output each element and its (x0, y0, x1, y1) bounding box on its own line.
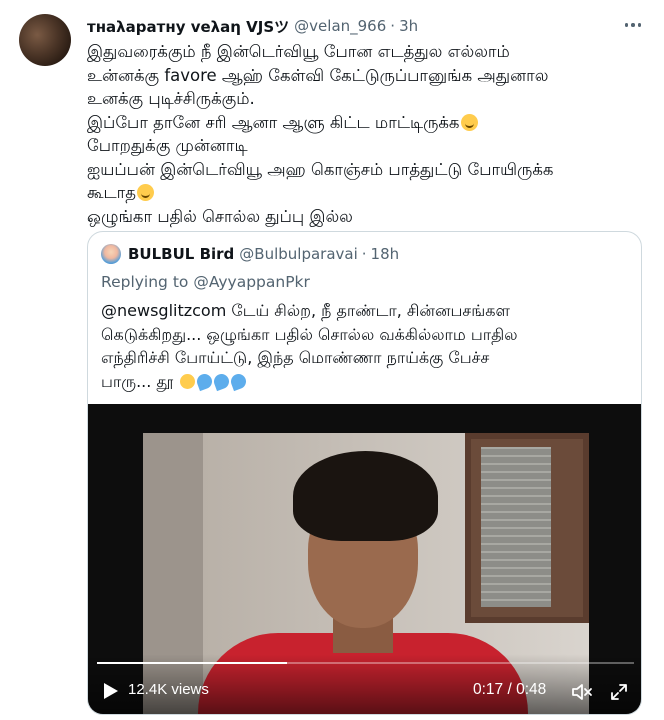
video-time: 0:17 / 0:48 (473, 681, 547, 698)
tweet-line: உனக்கு புடிச்சிருக்கும். (87, 89, 255, 108)
quoted-avatar (101, 244, 121, 264)
quoted-timestamp: 18h (370, 245, 400, 263)
tweet-line-with-emoji: இப்போ தானே சரி ஆனா ஆளு கிட்ட மாட்டிருக்க (87, 111, 647, 135)
view-count: 12.4K views (128, 681, 209, 698)
tweet[interactable]: тнaλaратну vеλaη VJSツ @velan_966 · 3h இத… (0, 0, 664, 720)
tweet-line: இதுவரைக்கும் நீ இன்டெர்வியூ போன எடத்துல … (87, 42, 510, 61)
sweat-droplets-icon (212, 371, 232, 391)
sweat-droplets-icon (195, 371, 215, 391)
quoted-line: கெடுக்கிறது... ஒழுங்கா பதில் சொல்ல வக்கி… (101, 324, 518, 344)
video-window-glass (481, 447, 551, 607)
video-player[interactable]: 12.4K views 0:17 / 0:48 (88, 404, 641, 714)
quoted-tweet[interactable]: BULBUL Bird @Bulbulparavai · 18h Replyin… (87, 231, 642, 715)
avatar[interactable] (19, 14, 71, 66)
display-name[interactable]: тнaλaратну vеλaη VJSツ (87, 16, 289, 37)
replying-to-mention[interactable]: @AyyappanPkr (193, 273, 310, 291)
quoted-display-name: BULBUL Bird (128, 245, 235, 263)
quoted-line: @newsglitzcom டேய் சில்ற, நீ தாண்டா, சின… (101, 301, 510, 320)
replying-to: Replying to @AyyappanPkr (101, 273, 310, 291)
laughing-emoji-icon (460, 113, 478, 131)
fullscreen-icon[interactable] (610, 683, 628, 701)
tweet-line: ஒழுங்கா பதில் சொல்ல துப்பு இல்ல (87, 206, 353, 226)
quoted-text: @newsglitzcom டேய் சில்ற, நீ தாண்டா, சின… (101, 299, 631, 393)
quoted-handle: @Bulbulparavai (239, 245, 358, 263)
tweet-header: тнaλaратну vеλaη VJSツ @velan_966 · 3h (87, 15, 587, 37)
video-progress-fill (97, 662, 288, 664)
quoted-header: BULBUL Bird @Bulbulparavai · 18h (128, 243, 608, 265)
tweet-line: போறதுக்கு முன்னாடி (87, 136, 248, 155)
video-progress-bar[interactable] (97, 662, 634, 664)
separator-dot: · (361, 245, 367, 263)
grinning-emoji-icon (137, 184, 155, 201)
volume-icon[interactable] (571, 683, 593, 701)
tweet-text: இதுவரைக்கும் நீ இன்டெர்வியூ போன எடத்துல … (87, 40, 647, 228)
kissing-emoji-icon (180, 373, 196, 389)
user-handle[interactable]: @velan_966 (294, 17, 386, 35)
quoted-line-with-emoji: பாரு... தூ (101, 370, 631, 394)
separator-dot: · (390, 17, 396, 35)
quoted-line: பாரு... தூ (101, 371, 174, 391)
more-options-icon[interactable] (618, 14, 648, 36)
quoted-line: எந்திரிச்சி போய்ட்டு, இந்த மொண்ணா நாய்க்… (101, 348, 490, 367)
tweet-timestamp[interactable]: 3h (399, 17, 418, 35)
sweat-droplets-icon (229, 371, 249, 391)
tweet-line: உன்னக்கு favore ஆஹ் கேள்வி கேட்டுருப்பான… (87, 65, 549, 85)
replying-prefix: Replying to (101, 273, 194, 291)
tweet-line-with-emoji: கூடாத (87, 181, 647, 205)
play-icon[interactable] (104, 683, 118, 699)
tweet-line: கூடாத (87, 183, 137, 202)
video-window (465, 433, 589, 623)
tweet-line: ஐயப்பன் இன்டெர்வியூ அஹ கொஞ்சம் பாத்துட்ட… (87, 159, 554, 179)
tweet-line: இப்போ தானே சரி ஆனா ஆளு கிட்ட மாட்டிருக்க (87, 112, 460, 132)
video-person-hair (293, 451, 438, 541)
